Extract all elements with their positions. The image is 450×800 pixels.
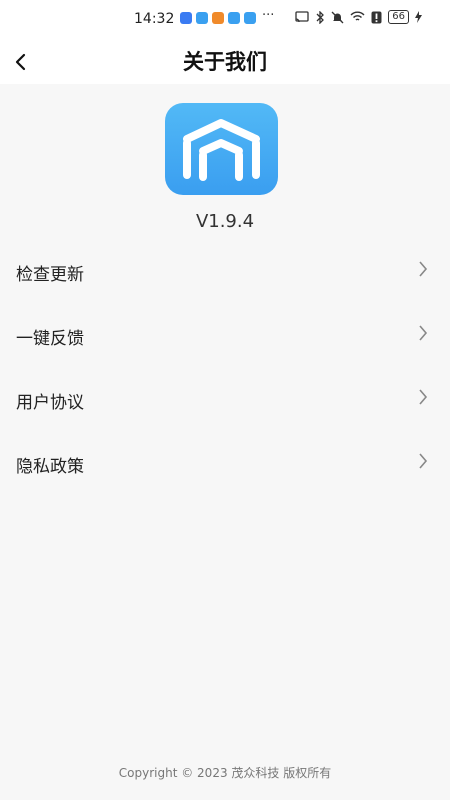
chevron-right-icon (419, 389, 428, 405)
feedback-item[interactable]: 一键反馈 (0, 302, 450, 366)
chevron-right-icon (419, 325, 428, 341)
status-bar: 14:32 ··· 66 (0, 0, 450, 38)
menu-item-label: 检查更新 (16, 265, 84, 285)
mute-icon (331, 11, 344, 23)
app-logo-icon (165, 103, 278, 195)
cloud-app-icon (244, 12, 256, 24)
play-app-icon (212, 12, 224, 24)
chevron-right-icon (419, 453, 428, 469)
status-time: 14:32 (134, 11, 175, 27)
cloud-app-icon (196, 12, 208, 24)
privacy-policy-item[interactable]: 隐私政策 (0, 430, 450, 494)
battery-icon: 66 (388, 10, 409, 24)
version-label: V1.9.4 (195, 211, 255, 232)
menu-item-label: 用户协议 (16, 393, 84, 413)
menu-list: 检查更新 一键反馈 用户协议 隐私政策 (0, 238, 450, 494)
copyright-text: Copyright © 2023 茂众科技 版权所有 (118, 766, 332, 780)
search-app-icon (228, 12, 240, 24)
chevron-right-icon (419, 261, 428, 277)
alert-icon (371, 11, 382, 23)
status-icons: 66 (295, 10, 422, 24)
menu-item-label: 一键反馈 (16, 329, 84, 349)
notification-app-icons (180, 12, 256, 24)
wifi-icon (350, 11, 365, 21)
more-notifications: ··· (262, 8, 275, 23)
charging-icon (415, 11, 422, 23)
app-notification-icon (180, 12, 192, 24)
header: 关于我们 (0, 38, 450, 84)
bluetooth-icon (316, 10, 325, 24)
user-agreement-item[interactable]: 用户协议 (0, 366, 450, 430)
menu-item-label: 隐私政策 (16, 457, 84, 477)
page-title: 关于我们 (183, 50, 267, 74)
cast-icon (295, 11, 309, 23)
check-update-item[interactable]: 检查更新 (0, 238, 450, 302)
